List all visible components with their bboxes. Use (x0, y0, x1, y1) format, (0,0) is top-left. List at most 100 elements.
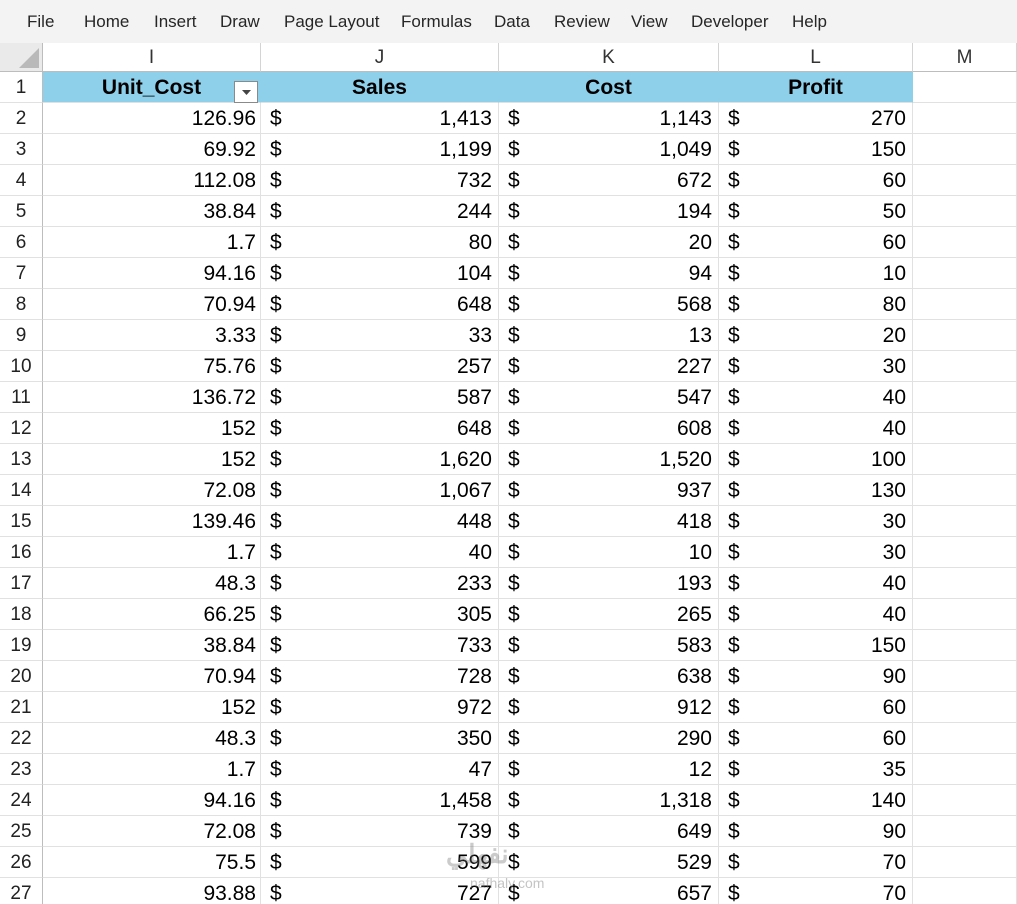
sales-cell[interactable]: $727 (261, 878, 499, 904)
sales-cell[interactable]: $104 (261, 258, 499, 289)
empty-cell[interactable] (913, 165, 1017, 196)
profit-cell[interactable]: $80 (719, 289, 913, 320)
row-header[interactable]: 18 (0, 599, 43, 630)
sales-cell[interactable]: $1,067 (261, 475, 499, 506)
row-header[interactable]: 12 (0, 413, 43, 444)
row-header[interactable]: 10 (0, 351, 43, 382)
empty-cell[interactable] (913, 568, 1017, 599)
empty-cell[interactable] (913, 382, 1017, 413)
sales-cell[interactable]: $257 (261, 351, 499, 382)
table-header-cell[interactable]: Sales (261, 72, 499, 103)
profit-cell[interactable]: $100 (719, 444, 913, 475)
empty-cell[interactable] (913, 537, 1017, 568)
row-header[interactable]: 6 (0, 227, 43, 258)
empty-cell[interactable] (913, 72, 1017, 103)
row-header[interactable]: 19 (0, 630, 43, 661)
cost-cell[interactable]: $193 (499, 568, 719, 599)
cost-cell[interactable]: $937 (499, 475, 719, 506)
unit-cost-cell[interactable]: 48.3 (43, 568, 261, 599)
ribbon-tab-insert[interactable]: Insert (154, 0, 197, 43)
ribbon-tab-developer[interactable]: Developer (691, 0, 769, 43)
unit-cost-cell[interactable]: 70.94 (43, 289, 261, 320)
profit-cell[interactable]: $270 (719, 103, 913, 134)
sales-cell[interactable]: $40 (261, 537, 499, 568)
profit-cell[interactable]: $60 (719, 723, 913, 754)
ribbon-tab-view[interactable]: View (631, 0, 668, 43)
column-header-l[interactable]: L (719, 43, 913, 72)
unit-cost-cell[interactable]: 1.7 (43, 754, 261, 785)
profit-cell[interactable]: $140 (719, 785, 913, 816)
sales-cell[interactable]: $648 (261, 289, 499, 320)
unit-cost-cell[interactable]: 48.3 (43, 723, 261, 754)
sales-cell[interactable]: $80 (261, 227, 499, 258)
cost-cell[interactable]: $94 (499, 258, 719, 289)
sales-cell[interactable]: $33 (261, 320, 499, 351)
unit-cost-cell[interactable]: 112.08 (43, 165, 261, 196)
unit-cost-cell[interactable]: 72.08 (43, 816, 261, 847)
profit-cell[interactable]: $60 (719, 227, 913, 258)
table-header-cell[interactable]: Unit_Cost (43, 72, 261, 103)
sales-cell[interactable]: $448 (261, 506, 499, 537)
column-header-i[interactable]: I (43, 43, 261, 72)
cost-cell[interactable]: $912 (499, 692, 719, 723)
row-header[interactable]: 25 (0, 816, 43, 847)
unit-cost-cell[interactable]: 38.84 (43, 196, 261, 227)
row-header[interactable]: 14 (0, 475, 43, 506)
unit-cost-cell[interactable]: 152 (43, 444, 261, 475)
unit-cost-cell[interactable]: 66.25 (43, 599, 261, 630)
unit-cost-cell[interactable]: 139.46 (43, 506, 261, 537)
profit-cell[interactable]: $130 (719, 475, 913, 506)
sales-cell[interactable]: $305 (261, 599, 499, 630)
profit-cell[interactable]: $30 (719, 351, 913, 382)
ribbon-tab-formulas[interactable]: Formulas (401, 0, 472, 43)
unit-cost-cell[interactable]: 126.96 (43, 103, 261, 134)
unit-cost-cell[interactable]: 136.72 (43, 382, 261, 413)
cost-cell[interactable]: $672 (499, 165, 719, 196)
row-header[interactable]: 8 (0, 289, 43, 320)
row-header[interactable]: 15 (0, 506, 43, 537)
row-header[interactable]: 24 (0, 785, 43, 816)
row-header[interactable]: 4 (0, 165, 43, 196)
select-all-button[interactable] (0, 43, 43, 72)
row-header[interactable]: 16 (0, 537, 43, 568)
empty-cell[interactable] (913, 227, 1017, 258)
profit-cell[interactable]: $150 (719, 134, 913, 165)
sales-cell[interactable]: $1,413 (261, 103, 499, 134)
profit-cell[interactable]: $10 (719, 258, 913, 289)
filter-dropdown-button[interactable] (234, 81, 258, 103)
profit-cell[interactable]: $150 (719, 630, 913, 661)
empty-cell[interactable] (913, 723, 1017, 754)
empty-cell[interactable] (913, 475, 1017, 506)
cost-cell[interactable]: $194 (499, 196, 719, 227)
unit-cost-cell[interactable]: 94.16 (43, 785, 261, 816)
sales-cell[interactable]: $233 (261, 568, 499, 599)
empty-cell[interactable] (913, 134, 1017, 165)
table-header-cell[interactable]: Cost (499, 72, 719, 103)
unit-cost-cell[interactable]: 3.33 (43, 320, 261, 351)
cost-cell[interactable]: $10 (499, 537, 719, 568)
sales-cell[interactable]: $733 (261, 630, 499, 661)
row-header[interactable]: 2 (0, 103, 43, 134)
column-header-j[interactable]: J (261, 43, 499, 72)
profit-cell[interactable]: $30 (719, 537, 913, 568)
profit-cell[interactable]: $90 (719, 816, 913, 847)
row-header[interactable]: 21 (0, 692, 43, 723)
row-header[interactable]: 13 (0, 444, 43, 475)
unit-cost-cell[interactable]: 69.92 (43, 134, 261, 165)
sales-cell[interactable]: $1,199 (261, 134, 499, 165)
profit-cell[interactable]: $30 (719, 506, 913, 537)
profit-cell[interactable]: $70 (719, 878, 913, 904)
row-header[interactable]: 26 (0, 847, 43, 878)
row-header[interactable]: 20 (0, 661, 43, 692)
unit-cost-cell[interactable]: 1.7 (43, 227, 261, 258)
spreadsheet-grid[interactable]: I J K L M 1 Unit_Cost Sales Cost Profit 2 126.96 $1,… (0, 43, 1017, 904)
cost-cell[interactable]: $529 (499, 847, 719, 878)
empty-cell[interactable] (913, 630, 1017, 661)
empty-cell[interactable] (913, 754, 1017, 785)
unit-cost-cell[interactable]: 75.5 (43, 847, 261, 878)
cost-cell[interactable]: $290 (499, 723, 719, 754)
cost-cell[interactable]: $638 (499, 661, 719, 692)
ribbon-tab-home[interactable]: Home (84, 0, 129, 43)
empty-cell[interactable] (913, 103, 1017, 134)
cost-cell[interactable]: $1,318 (499, 785, 719, 816)
